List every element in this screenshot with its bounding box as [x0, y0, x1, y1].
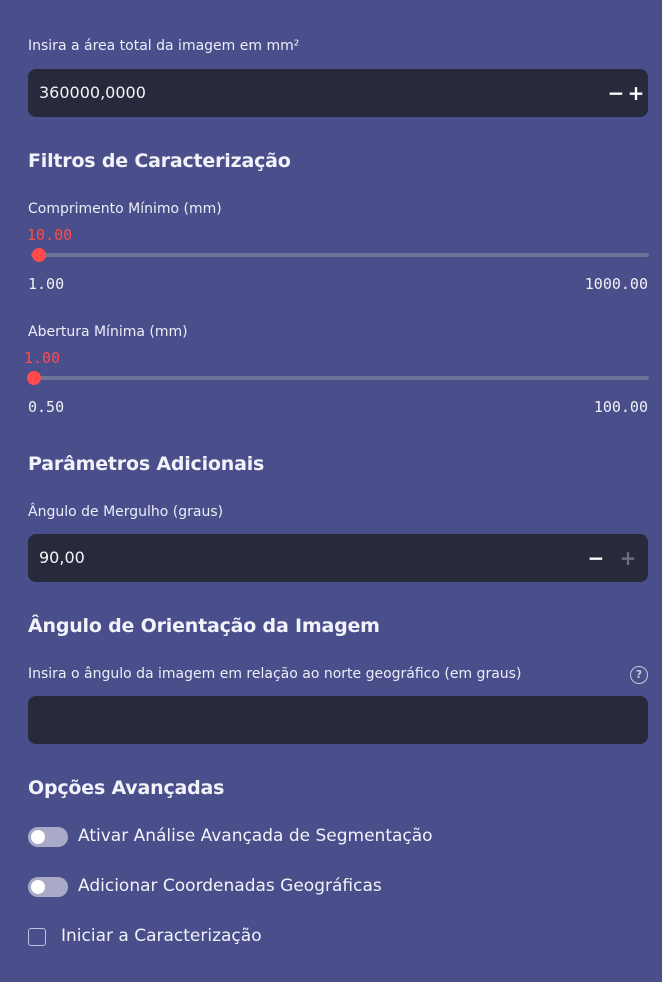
aperture-slider-max: 100.00 [593, 398, 648, 416]
orientation-input-label: Insira o ângulo da imagem em relação ao … [28, 666, 522, 682]
aperture-slider-track[interactable] [31, 376, 649, 380]
length-slider-min: 1.00 [28, 275, 65, 293]
dip-input-label: Ângulo de Mergulho (graus) [28, 504, 224, 520]
length-slider-label: Comprimento Mínimo (mm) [28, 201, 222, 217]
orientation-heading: Ângulo de Orientação da Imagem [28, 615, 380, 637]
area-input-value[interactable]: 360000,0000 [39, 69, 146, 117]
segmentation-toggle-label[interactable]: Ativar Análise Avançada de Segmentação [78, 826, 433, 846]
filters-heading: Filtros de Caracterização [28, 150, 291, 172]
toggle-knob [31, 830, 45, 844]
start-checkbox-label[interactable]: Iniciar a Caracterização [61, 926, 262, 946]
area-increment-button[interactable]: + [616, 69, 656, 117]
help-icon[interactable]: ? [630, 666, 648, 684]
orientation-input[interactable] [28, 696, 648, 744]
length-slider-thumb[interactable] [31, 248, 46, 262]
coordinates-toggle[interactable] [28, 877, 68, 897]
length-slider-max: 1000.00 [584, 275, 648, 293]
advanced-heading: Opções Avançadas [28, 777, 225, 799]
dip-number-input[interactable]: 90,00 − + [28, 534, 648, 582]
aperture-slider-value: 1.00 [24, 349, 61, 367]
segmentation-toggle[interactable] [28, 827, 68, 847]
dip-increment-button[interactable]: + [608, 534, 648, 582]
dip-input-value[interactable]: 90,00 [39, 534, 85, 582]
area-number-input[interactable]: 360000,0000 − + [28, 69, 648, 117]
aperture-slider-min: 0.50 [28, 398, 65, 416]
length-slider-track[interactable] [31, 253, 649, 257]
aperture-slider-label: Abertura Mínima (mm) [28, 324, 188, 340]
area-input-label: Insira a área total da imagem em mm² [28, 38, 300, 54]
additional-heading: Parâmetros Adicionais [28, 453, 265, 475]
coordinates-toggle-label[interactable]: Adicionar Coordenadas Geográficas [78, 876, 382, 896]
toggle-knob [31, 880, 45, 894]
aperture-slider-thumb[interactable] [27, 371, 42, 385]
length-slider-value: 10.00 [27, 226, 73, 244]
start-checkbox[interactable] [28, 928, 46, 946]
